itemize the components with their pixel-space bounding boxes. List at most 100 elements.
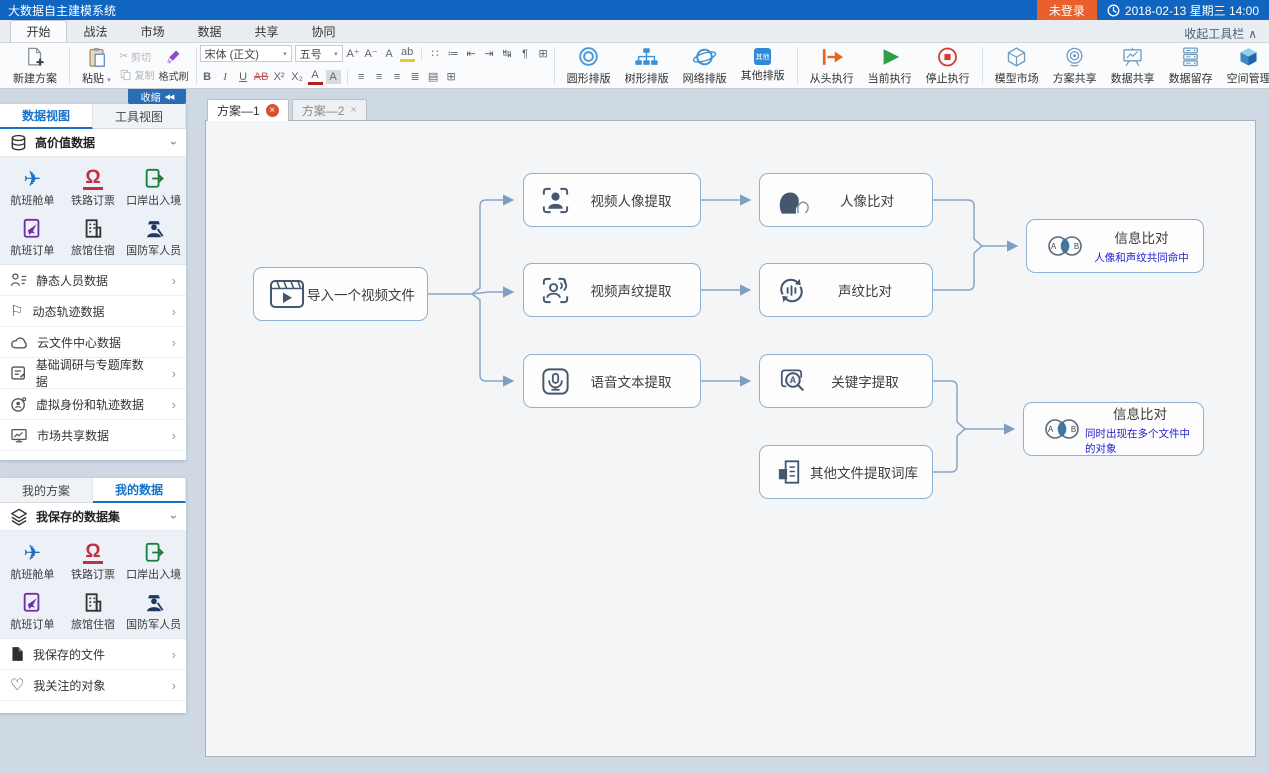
model-market-button[interactable]: 模型市场 xyxy=(990,45,1044,87)
list-item-static-person[interactable]: 静态人员数据› xyxy=(0,265,186,296)
node-keyword-extract[interactable]: A 关键字提取 xyxy=(759,354,933,408)
node-video-voiceprint-extract[interactable]: 视频声纹提取 xyxy=(523,263,701,317)
node-other-files-lexicon[interactable]: 其他文件提取词库 xyxy=(759,445,933,499)
bold-icon[interactable]: B xyxy=(200,70,215,84)
dataset-military-personnel[interactable]: 国防军人员 xyxy=(123,211,184,258)
datetime-text: 2018-02-13 星期三 14:00 xyxy=(1125,2,1259,19)
copy-button[interactable]: 复制 xyxy=(120,67,155,82)
list-item-market-shared[interactable]: 市场共享数据› xyxy=(0,420,186,451)
align-center-icon[interactable]: ≡ xyxy=(372,70,387,84)
ribbon-tab-market[interactable]: 市场 xyxy=(124,20,181,42)
dataset-flight-order[interactable]: 航班订单 xyxy=(2,585,63,632)
distribute-icon[interactable]: ↹ xyxy=(500,47,515,61)
data-retention-button[interactable]: 数据留存 xyxy=(1164,45,1218,87)
dataset-flight-manifest[interactable]: ✈航班舱单 xyxy=(2,161,63,208)
node-speech-to-text[interactable]: 语音文本提取 xyxy=(523,354,701,408)
list-item-followed-objects[interactable]: ♡ 我关注的对象› xyxy=(0,670,186,701)
clear-format-icon[interactable]: ab xyxy=(400,45,415,62)
paragraph-mark-icon[interactable]: ¶ xyxy=(518,47,533,61)
shrink-font-icon[interactable]: A⁻ xyxy=(364,47,379,61)
ribbon-tab-collab[interactable]: 协同 xyxy=(295,20,352,42)
char-shading-icon[interactable]: A xyxy=(326,70,341,84)
plan-share-button[interactable]: 方案共享 xyxy=(1048,45,1102,87)
dataset-rail-ticket[interactable]: Ω铁路订票 xyxy=(63,535,124,582)
section-high-value-data[interactable]: 高价值数据 › xyxy=(0,129,186,157)
format-painter-icon xyxy=(165,48,182,65)
section-saved-datasets[interactable]: 我保存的数据集 › xyxy=(0,503,186,531)
dataset-flight-manifest[interactable]: ✈航班舱单 xyxy=(2,535,63,582)
collapse-toolbar-button[interactable]: 收起工具栏∧ xyxy=(1184,25,1269,42)
format-painter-button[interactable]: 格式刷 xyxy=(159,68,189,83)
underline-icon[interactable]: U xyxy=(236,70,251,84)
data-share-button[interactable]: 数据共享 xyxy=(1106,45,1160,87)
node-face-compare[interactable]: 人像比对 xyxy=(759,173,933,227)
outdent-icon[interactable]: ⇤ xyxy=(464,47,479,61)
list-item-cloud-files[interactable]: 云文件中心数据› xyxy=(0,327,186,358)
node-info-compare-1[interactable]: AB 信息比对 人像和声纹共同命中 xyxy=(1026,219,1204,273)
grow-font-icon[interactable]: A⁺ xyxy=(346,47,361,61)
dataset-military-personnel[interactable]: 国防军人员 xyxy=(123,585,184,632)
sidebar-collapse-button[interactable]: 收缩◀◀ xyxy=(128,89,186,104)
superscript-icon[interactable]: X² xyxy=(272,70,287,84)
font-color-icon[interactable]: A xyxy=(308,68,323,85)
paste-button[interactable]: 粘贴 ▾ xyxy=(77,45,116,87)
tree-layout-button[interactable]: 树形排版 xyxy=(620,45,674,87)
insert-table-icon[interactable]: ⊞ xyxy=(536,47,551,61)
other-layout-button[interactable]: 其他 其他排版 xyxy=(736,45,790,87)
dataset-flight-order[interactable]: 航班订单 xyxy=(2,211,63,258)
plan-tab-1[interactable]: 方案—1 × xyxy=(207,99,289,121)
node-info-compare-2[interactable]: AB 信息比对 同时出现在多个文件中的对象 xyxy=(1023,402,1204,456)
numbering-icon[interactable]: ≔ xyxy=(446,47,461,61)
my-data-list: 我保存的文件› ♡ 我关注的对象› xyxy=(0,639,186,701)
dataset-border-entry[interactable]: 口岸出入境 xyxy=(123,535,184,582)
chevron-right-icon: › xyxy=(172,678,176,693)
node-video-face-extract[interactable]: 视频人像提取 xyxy=(523,173,701,227)
tab-my-plans[interactable]: 我的方案 xyxy=(0,478,93,503)
plan-tab-2[interactable]: 方案—2 × xyxy=(292,99,367,120)
stop-execution-button[interactable]: 停止执行 xyxy=(921,45,975,87)
strikethrough-icon[interactable]: AB xyxy=(254,70,269,84)
run-current-button[interactable]: 当前执行 xyxy=(863,45,917,87)
font-family-select[interactable]: 宋体 (正文)▾ xyxy=(200,45,292,62)
tab-data-view[interactable]: 数据视图 xyxy=(0,104,93,129)
cut-button[interactable]: ✂剪切 xyxy=(120,49,155,64)
ribbon-tab-start[interactable]: 开始 xyxy=(10,20,67,42)
circle-layout-button[interactable]: 圆形排版 xyxy=(562,45,616,87)
space-manage-button[interactable]: 空间管理 xyxy=(1222,45,1269,87)
login-status-badge[interactable]: 未登录 xyxy=(1037,0,1097,20)
close-tab-icon[interactable]: × xyxy=(266,104,279,117)
close-tab-icon[interactable]: × xyxy=(350,104,356,116)
italic-icon[interactable]: I xyxy=(218,70,233,84)
font-size-select[interactable]: 五号▾ xyxy=(295,45,343,62)
node-import-video-file[interactable]: 导入一个视频文件 xyxy=(253,267,428,321)
dataset-border-entry[interactable]: 口岸出入境 xyxy=(123,161,184,208)
ribbon-tab-data[interactable]: 数据 xyxy=(181,20,238,42)
high-value-data-grid: ✈航班舱单 Ω铁路订票 口岸出入境 航班订单 旅馆住宿 国防军人员 xyxy=(0,157,186,265)
dataset-hotel-stay[interactable]: 旅馆住宿 xyxy=(63,211,124,258)
change-case-icon[interactable]: A xyxy=(382,47,397,61)
run-from-start-button[interactable]: 从头执行 xyxy=(805,45,859,87)
list-item-dynamic-track[interactable]: ⚐ 动态轨迹数据› xyxy=(0,296,186,327)
node-voiceprint-compare[interactable]: 声纹比对 xyxy=(759,263,933,317)
borders-icon[interactable]: ⊞ xyxy=(444,70,459,84)
network-layout-button[interactable]: 网络排版 xyxy=(678,45,732,87)
bullets-icon[interactable]: ∷ xyxy=(428,47,443,61)
tab-tool-view[interactable]: 工具视图 xyxy=(93,104,186,129)
justify-icon[interactable]: ≣ xyxy=(408,70,423,84)
dataset-rail-ticket[interactable]: Ω铁路订票 xyxy=(63,161,124,208)
new-plan-button[interactable]: 新建方案 xyxy=(8,45,62,87)
list-item-survey-library[interactable]: 基础调研与专题库数据› xyxy=(0,358,186,389)
shading-icon[interactable]: ▤ xyxy=(426,70,441,84)
dataset-hotel-stay[interactable]: 旅馆住宿 xyxy=(63,585,124,632)
subscript-icon[interactable]: X₂ xyxy=(290,70,305,84)
ribbon-tab-share[interactable]: 共享 xyxy=(238,20,295,42)
align-left-icon[interactable]: ≡ xyxy=(354,70,369,84)
indent-icon[interactable]: ⇥ xyxy=(482,47,497,61)
list-item-virtual-identity[interactable]: 虚拟身份和轨迹数据› xyxy=(0,389,186,420)
tab-my-data[interactable]: 我的数据 xyxy=(93,478,186,503)
ribbon-tab-tactics[interactable]: 战法 xyxy=(67,20,124,42)
align-right-icon[interactable]: ≡ xyxy=(390,70,405,84)
list-item-saved-files[interactable]: 我保存的文件› xyxy=(0,639,186,670)
data-view-panel: 数据视图 工具视图 高价值数据 › ✈航班舱单 Ω铁路订票 口岸出入境 航班订单 xyxy=(0,104,186,460)
flow-canvas[interactable]: 导入一个视频文件 视频人像提取 视频声纹提取 语音文本提取 人像 xyxy=(205,120,1256,757)
